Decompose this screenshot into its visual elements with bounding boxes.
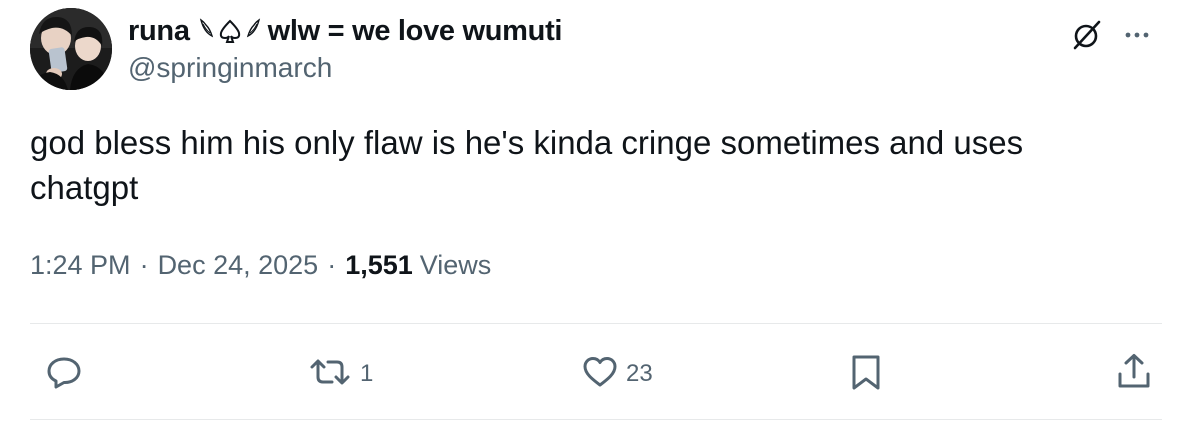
heart-icon (578, 350, 622, 399)
divider (30, 419, 1162, 420)
tweet-meta: 1:24 PM · Dec 24, 2025 · 1,551 Views (30, 250, 491, 281)
display-name-suffix[interactable]: wlw = we love wumuti (268, 15, 563, 48)
bookmark-icon (846, 350, 886, 399)
meta-separator: · (327, 250, 337, 280)
more-icon[interactable] (1118, 16, 1156, 54)
retweet-button[interactable]: 1 (304, 352, 373, 396)
tweet-time[interactable]: 1:24 PM (30, 250, 131, 281)
meta-separator: · (139, 250, 149, 280)
reply-icon (42, 350, 86, 399)
tweet-text: god bless him his only flaw is he's kind… (30, 124, 1024, 206)
retweet-count: 1 (360, 360, 374, 387)
retweet-icon (304, 350, 356, 399)
divider (30, 323, 1162, 324)
like-button[interactable]: 23 (578, 352, 653, 396)
share-button[interactable] (1112, 352, 1156, 396)
spade-with-wings-icon (198, 16, 262, 46)
grok-icon[interactable] (1068, 16, 1106, 54)
views-count: 1,551 (345, 250, 413, 280)
bookmark-button[interactable] (846, 352, 886, 396)
share-icon (1112, 350, 1156, 399)
reply-button[interactable] (42, 352, 86, 396)
like-count: 23 (626, 360, 653, 387)
display-name[interactable]: runa (128, 15, 190, 48)
tweet-card: runa wlw = we love wumuti @springinmarch (0, 0, 1184, 428)
tweet-date[interactable]: Dec 24, 2025 (158, 250, 319, 281)
author-handle[interactable]: @springinmarch (128, 52, 332, 84)
avatar[interactable] (30, 8, 112, 90)
views-label: Views (419, 250, 492, 280)
author-name-row[interactable]: runa wlw = we love wumuti (128, 12, 563, 50)
